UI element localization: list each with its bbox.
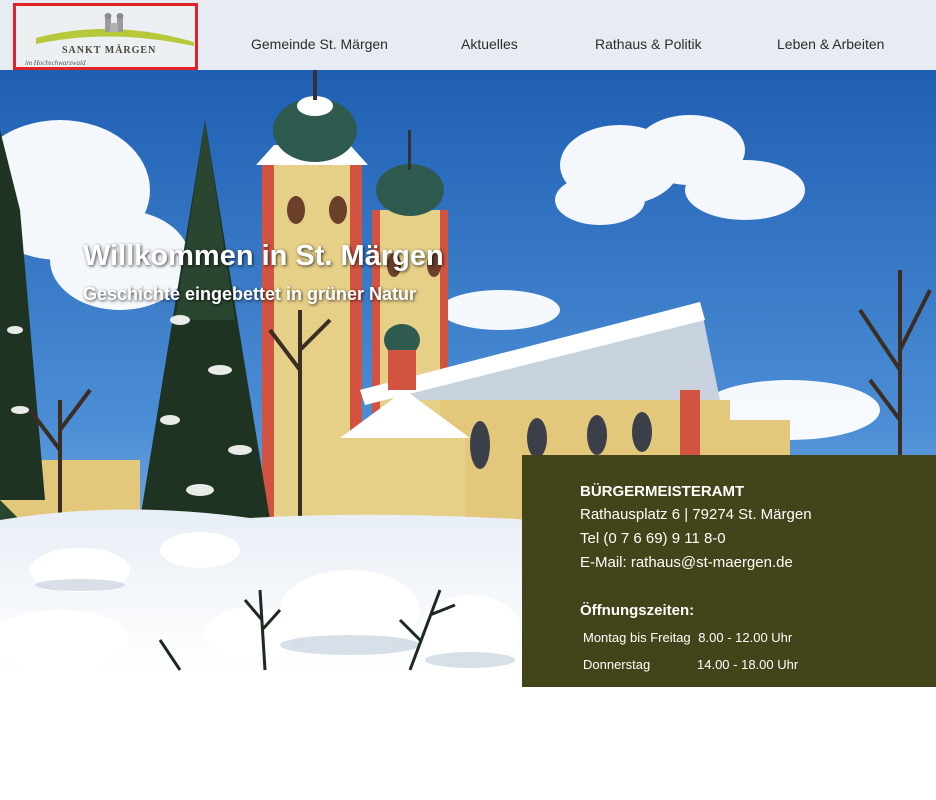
opening-hours-time: 8.00 - 12.00 Uhr bbox=[698, 630, 793, 645]
hero-title: Willkommen in St. Märgen bbox=[83, 240, 444, 272]
nav-aktuelles[interactable]: Aktuelles bbox=[461, 36, 518, 52]
contact-infobox: BÜRGERMEISTERAMT Rathausplatz 6 | 79274 … bbox=[522, 455, 936, 687]
opening-hours-row: Montag bis Freitag 8.00 - 12.00 Uhr bbox=[583, 630, 792, 645]
contact-heading: BÜRGERMEISTERAMT bbox=[580, 483, 745, 500]
contact-phone[interactable]: Tel (0 7 6 69) 9 11 8-0 bbox=[580, 530, 726, 547]
site-logo[interactable]: SANKT MÄRGEN im Hochschwarzwald bbox=[13, 3, 198, 70]
logo-subtitle: im Hochschwarzwald bbox=[25, 59, 86, 67]
opening-hours-day: Montag bis Freitag bbox=[583, 630, 691, 645]
opening-hours-row: Donnerstag 14.00 - 18.00 Uhr bbox=[583, 657, 798, 672]
contact-address: Rathausplatz 6 | 79274 St. Märgen bbox=[580, 506, 812, 523]
nav-rathaus-politik[interactable]: Rathaus & Politik bbox=[595, 36, 702, 52]
opening-hours-time: 14.00 - 18.00 Uhr bbox=[697, 657, 799, 672]
site-header: SANKT MÄRGEN im Hochschwarzwald Gemeinde… bbox=[0, 0, 936, 70]
opening-hours-heading: Öffnungszeiten: bbox=[580, 602, 695, 619]
nav-gemeinde[interactable]: Gemeinde St. Märgen bbox=[251, 36, 388, 52]
church-towers-logo-icon bbox=[36, 13, 194, 46]
hero-subtitle: Geschichte eingebettet in grüner Natur bbox=[83, 284, 417, 304]
logo-title: SANKT MÄRGEN bbox=[62, 45, 157, 56]
contact-email[interactable]: E-Mail: rathaus@st-maergen.de bbox=[580, 554, 793, 571]
nav-leben-arbeiten[interactable]: Leben & Arbeiten bbox=[777, 36, 884, 52]
opening-hours-day: Donnerstag bbox=[583, 657, 651, 672]
